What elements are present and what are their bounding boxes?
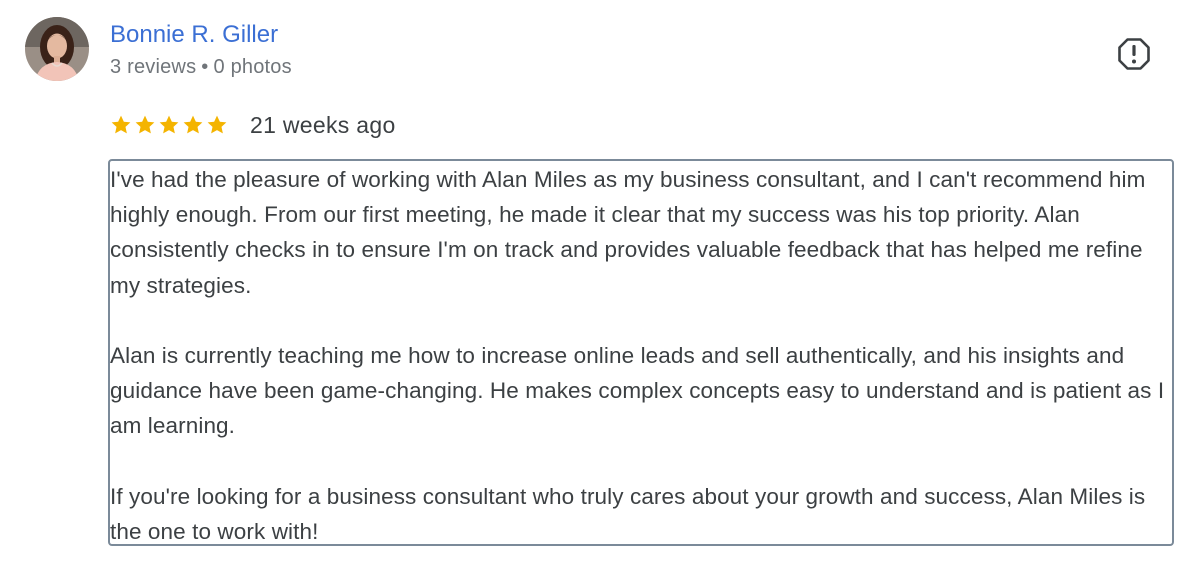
star-icon bbox=[135, 115, 155, 134]
review-body: I've had the pleasure of working with Al… bbox=[110, 161, 1172, 544]
report-flag-icon bbox=[1118, 38, 1150, 70]
star-rating bbox=[110, 114, 228, 136]
review-paragraph: Alan is currently teaching me how to inc… bbox=[110, 343, 1165, 439]
author-avatar[interactable] bbox=[25, 17, 89, 81]
review-time: 21 weeks ago bbox=[250, 111, 396, 138]
review-count[interactable]: 3 reviews bbox=[110, 56, 196, 78]
star-icon bbox=[207, 115, 227, 134]
author-name-link[interactable]: Bonnie R. Giller bbox=[110, 20, 278, 50]
author-meta: 3 reviews • 0 photos bbox=[110, 54, 292, 80]
photo-count: 0 photos bbox=[213, 56, 292, 78]
report-flag-button[interactable] bbox=[1116, 36, 1152, 72]
review-text-box[interactable]: I've had the pleasure of working with Al… bbox=[108, 159, 1174, 546]
star-icon bbox=[183, 115, 203, 134]
star-icon bbox=[111, 115, 131, 134]
star-icon bbox=[159, 115, 179, 134]
review-card: Bonnie R. Giller 3 reviews • 0 photos 21 w… bbox=[0, 0, 1200, 570]
review-paragraph: If you're looking for a business consult… bbox=[110, 483, 1146, 544]
review-paragraph: I've had the pleasure of working with Al… bbox=[110, 167, 1146, 298]
meta-separator: • bbox=[201, 56, 209, 78]
rating-row: 21 weeks ago bbox=[110, 110, 396, 140]
